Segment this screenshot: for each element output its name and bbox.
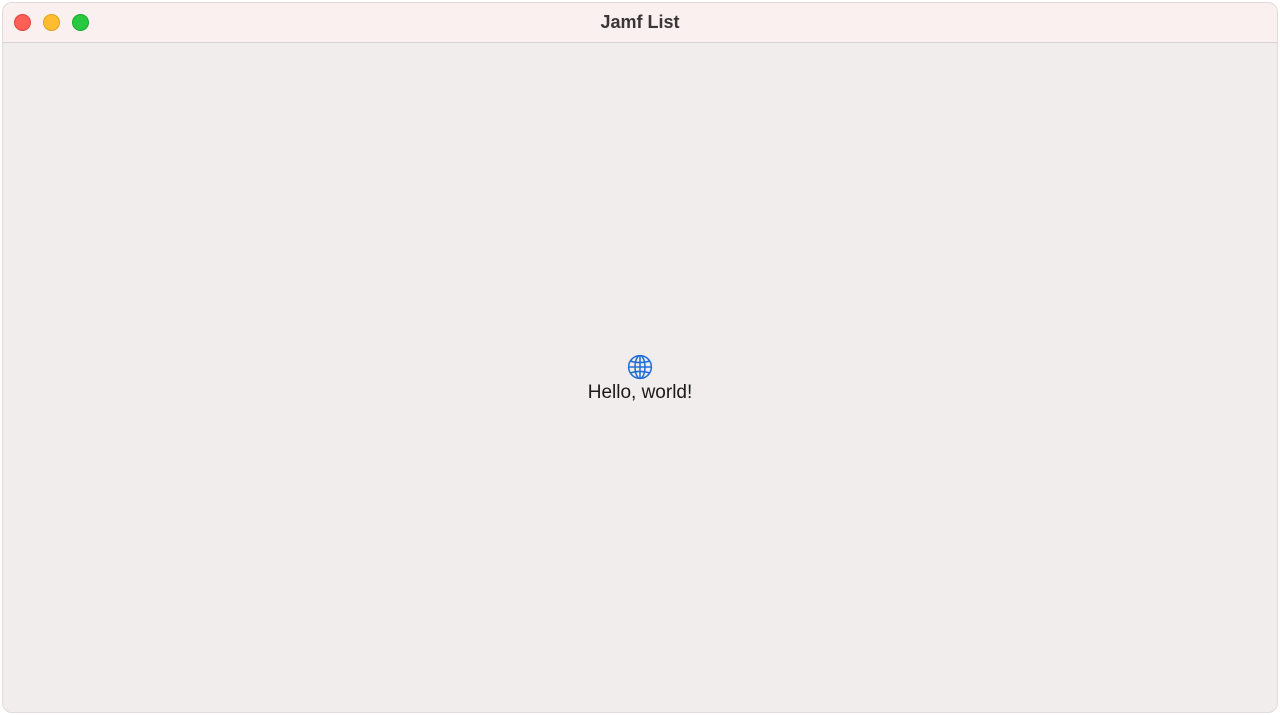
content-area: Hello, world! <box>3 43 1277 712</box>
greeting-text: Hello, world! <box>587 382 693 403</box>
center-stack: Hello, world! <box>3 354 1277 404</box>
globe-icon <box>627 354 653 380</box>
app-window: Jamf List Hello, world! <box>2 2 1278 713</box>
title-bar[interactable]: Jamf List <box>3 3 1277 43</box>
window-title: Jamf List <box>600 12 680 32</box>
